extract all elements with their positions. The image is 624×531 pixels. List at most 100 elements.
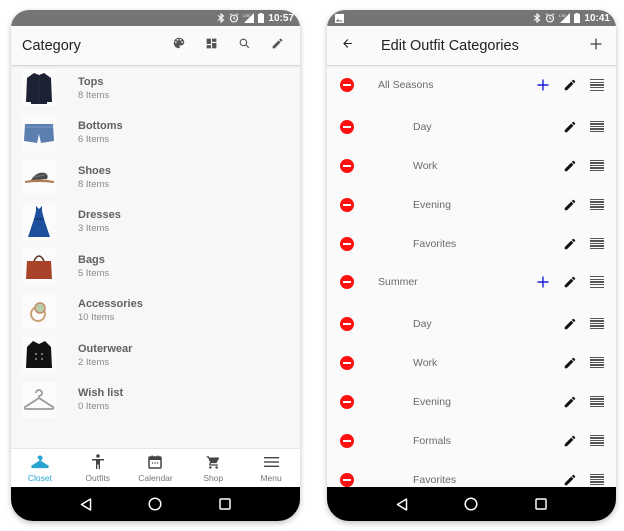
- edit-pencil-icon[interactable]: [562, 158, 578, 174]
- subcategory-row: Work: [327, 146, 616, 185]
- drag-handle-icon[interactable]: [590, 120, 604, 133]
- battery-icon: [574, 13, 581, 23]
- system-back-button[interactable]: [387, 489, 417, 519]
- remove-icon[interactable]: [340, 355, 354, 370]
- sandal-icon: [25, 172, 54, 184]
- remove-icon[interactable]: [340, 78, 354, 92]
- subcategory-row: Evening: [327, 382, 616, 421]
- category-name: Dresses: [78, 209, 121, 222]
- edit-pencil-icon[interactable]: [562, 77, 578, 93]
- system-back-button[interactable]: [71, 489, 101, 519]
- edit-pencil-icon[interactable]: [562, 316, 578, 332]
- recents-square-icon: [219, 498, 231, 510]
- nav-label: Outfits: [85, 473, 110, 483]
- calendar-icon: [148, 453, 163, 471]
- edit-pencil-icon[interactable]: [562, 119, 578, 135]
- remove-icon[interactable]: [340, 316, 354, 331]
- add-subcategory-button[interactable]: [534, 273, 552, 291]
- subcategory-name: Favorites: [413, 237, 457, 250]
- remove-icon[interactable]: [340, 275, 354, 289]
- add-category-button[interactable]: [584, 31, 608, 61]
- drag-handle-icon[interactable]: [590, 473, 604, 486]
- blue-dress-icon: [28, 205, 50, 237]
- drag-handle-icon[interactable]: [590, 317, 604, 330]
- drag-handle-icon[interactable]: [590, 434, 604, 447]
- page-title: Category: [22, 37, 81, 54]
- subcategory-name: Work: [413, 159, 438, 172]
- image-notification-icon: [335, 13, 344, 23]
- bluetooth-icon: [217, 13, 225, 23]
- plus-icon: [537, 276, 549, 288]
- system-home-button[interactable]: [456, 489, 486, 519]
- jacket-navy-icon: [26, 73, 52, 105]
- category-count: 8 Items: [78, 89, 110, 101]
- category-item-accessories[interactable]: Accessories 10 Items: [11, 289, 300, 334]
- subcategory-name: Work: [413, 356, 438, 369]
- remove-icon[interactable]: [340, 119, 354, 134]
- nav-outfits[interactable]: Outfits: [69, 449, 127, 487]
- drag-handle-icon[interactable]: [590, 237, 604, 250]
- nav-label: Menu: [260, 473, 282, 483]
- category-item-wish-list[interactable]: Wish list 0 Items: [11, 378, 300, 423]
- category-count: 3 Items: [78, 223, 110, 235]
- category-item-bottoms[interactable]: Bottoms 6 Items: [11, 111, 300, 156]
- nav-calendar[interactable]: Calendar: [127, 449, 185, 487]
- back-triangle-icon: [80, 497, 92, 511]
- layout-button[interactable]: [195, 31, 228, 61]
- nav-shop[interactable]: Shop: [184, 449, 242, 487]
- edit-pencil-icon[interactable]: [562, 197, 578, 213]
- category-count: 6 Items: [78, 134, 110, 146]
- remove-icon[interactable]: [340, 433, 354, 448]
- nav-closet[interactable]: Closet: [11, 449, 69, 487]
- category-name: Bags: [78, 253, 105, 266]
- remove-icon[interactable]: [340, 158, 354, 173]
- nav-menu[interactable]: Menu: [242, 449, 300, 487]
- category-count: 5 Items: [78, 267, 110, 279]
- category-item-tops[interactable]: Tops 8 Items: [11, 66, 300, 111]
- category-group-row: All Seasons: [327, 66, 616, 104]
- system-recents-button[interactable]: [526, 489, 556, 519]
- search-button[interactable]: [228, 31, 261, 61]
- back-button[interactable]: [335, 31, 359, 61]
- edit-pencil-icon[interactable]: [562, 236, 578, 252]
- edit-pencil-icon[interactable]: [562, 355, 578, 371]
- category-item-shoes[interactable]: Shoes 8 Items: [11, 155, 300, 200]
- drag-handle-icon[interactable]: [590, 395, 604, 408]
- edit-pencil-icon[interactable]: [562, 472, 578, 488]
- arrow-back-icon: [341, 37, 354, 55]
- category-name: Tops: [78, 75, 104, 88]
- remove-icon[interactable]: [340, 236, 354, 251]
- remove-icon[interactable]: [340, 394, 354, 409]
- subcategory-row: Evening: [327, 185, 616, 224]
- remove-icon[interactable]: [340, 472, 354, 487]
- nav-label: Closet: [27, 473, 52, 483]
- add-subcategory-button[interactable]: [534, 76, 552, 94]
- drag-handle-icon[interactable]: [590, 198, 604, 211]
- edit-button[interactable]: [261, 31, 294, 61]
- svg-text:LTE: LTE: [243, 13, 250, 18]
- edit-pencil-icon[interactable]: [562, 274, 578, 290]
- system-home-button[interactable]: [140, 489, 170, 519]
- edit-pencil-icon[interactable]: [562, 394, 578, 410]
- category-item-outerwear[interactable]: Outerwear 2 Items: [11, 333, 300, 378]
- drag-handle-icon[interactable]: [590, 159, 604, 172]
- palette-button[interactable]: [162, 31, 195, 61]
- subcategory-row: Formals: [327, 421, 616, 460]
- category-name: Wish list: [78, 387, 124, 400]
- drag-handle-icon[interactable]: [590, 79, 604, 91]
- category-name: Accessories: [78, 298, 143, 311]
- brown-handbag-icon: [26, 255, 52, 280]
- subcategory-row: Favorites: [327, 224, 616, 263]
- drag-handle-icon[interactable]: [590, 356, 604, 369]
- subcategory-row: Favorites: [327, 460, 616, 487]
- category-thumbnail: [22, 248, 56, 285]
- category-item-dresses[interactable]: Dresses 3 Items: [11, 200, 300, 245]
- drag-handle-icon[interactable]: [590, 276, 604, 288]
- system-recents-button[interactable]: [210, 489, 240, 519]
- app-bar: Category: [11, 26, 300, 66]
- system-navigation-bar: [327, 487, 616, 521]
- plus-icon: [537, 79, 549, 91]
- remove-icon[interactable]: [340, 197, 354, 212]
- edit-pencil-icon[interactable]: [562, 433, 578, 449]
- category-item-bags[interactable]: Bags 5 Items: [11, 244, 300, 289]
